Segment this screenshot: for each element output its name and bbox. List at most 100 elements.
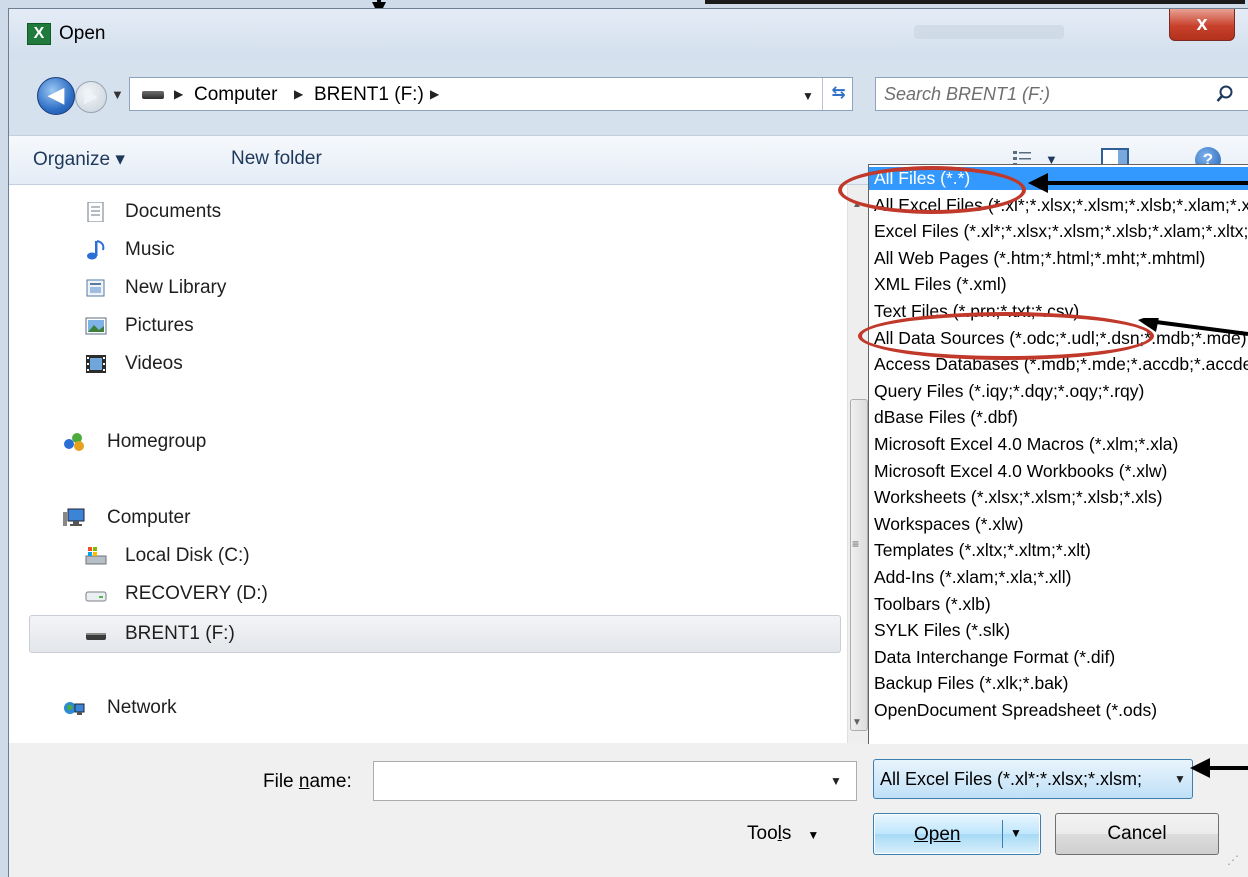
- excel-icon: X: [27, 23, 51, 45]
- label-part: File: [263, 771, 299, 792]
- open-label: Open: [914, 824, 961, 845]
- nav-item-local-disk-c[interactable]: Local Disk (C:): [85, 539, 385, 573]
- file-type-option[interactable]: dBase Files (*.dbf): [869, 406, 1248, 429]
- nav-label: Music: [125, 239, 175, 260]
- nav-item-computer[interactable]: Computer: [63, 501, 363, 535]
- file-type-option[interactable]: Data Interchange Format (*.dif): [869, 646, 1248, 669]
- resize-grip-icon[interactable]: ⋰: [1227, 853, 1239, 867]
- annotation-arrow-text-files: [1138, 318, 1248, 336]
- nav-item-videos[interactable]: Videos: [85, 347, 385, 381]
- videos-icon: [86, 355, 106, 373]
- search-icon[interactable]: [1216, 85, 1234, 103]
- annotation-circle-text-files: [858, 312, 1154, 360]
- file-type-option[interactable]: Toolbars (*.xlb): [869, 593, 1248, 616]
- chevron-down-icon[interactable]: ▼: [830, 774, 842, 788]
- label-part: s: [781, 823, 792, 844]
- scroll-down-icon[interactable]: ▼: [852, 717, 862, 728]
- chevron-down-icon: ▼: [807, 828, 820, 842]
- file-type-option[interactable]: Backup Files (*.xlk;*.bak): [869, 672, 1248, 695]
- file-type-option[interactable]: Microsoft Excel 4.0 Workbooks (*.xlw): [869, 460, 1248, 483]
- file-type-option[interactable]: OpenDocument Spreadsheet (*.ods): [869, 699, 1248, 722]
- breadcrumb-computer[interactable]: Computer: [194, 84, 277, 106]
- forward-button[interactable]: ▶: [75, 81, 107, 113]
- nav-label: RECOVERY (D:): [125, 583, 268, 604]
- nav-item-recovery-d[interactable]: RECOVERY (D:): [85, 577, 385, 611]
- address-bar[interactable]: ▶ Computer ▶ BRENT1 (F:) ▶ ▼ ⇆: [129, 77, 853, 111]
- library-icon: [86, 279, 105, 297]
- file-type-option[interactable]: Templates (*.xltx;*.xltm;*.xlt): [869, 539, 1248, 562]
- nav-pane-scrollbar[interactable]: ▲ ≡ ▼: [847, 185, 869, 743]
- nav-label: Local Disk (C:): [125, 545, 250, 566]
- search-box[interactable]: [875, 77, 1248, 111]
- annotation-circle-all-files: [838, 166, 1026, 214]
- nav-item-documents[interactable]: Documents: [85, 195, 385, 229]
- label-accesskey: n: [298, 771, 310, 792]
- label-part: Too: [747, 823, 778, 844]
- nav-item-brent1-f[interactable]: BRENT1 (F:): [85, 617, 385, 651]
- file-name-input[interactable]: [380, 766, 820, 796]
- file-type-option[interactable]: Add-Ins (*.xlam;*.xla;*.xll): [869, 566, 1248, 589]
- organize-button[interactable]: Organize ▾: [33, 148, 125, 171]
- file-type-option[interactable]: Query Files (*.iqy;*.dqy;*.oqy;*.rqy): [869, 380, 1248, 403]
- nav-item-pictures[interactable]: Pictures: [85, 309, 385, 343]
- pictures-icon: [85, 317, 107, 335]
- refresh-icon[interactable]: ⇆: [822, 78, 854, 110]
- file-type-option[interactable]: Microsoft Excel 4.0 Macros (*.xlm;*.xla): [869, 433, 1248, 456]
- tools-button[interactable]: Tools ▼: [747, 823, 819, 845]
- nav-label: Network: [107, 697, 177, 718]
- open-dialog-window: X Open x ◀ ▶ ▼ ▶ Computer ▶ BRENT1 (F:) …: [0, 0, 1248, 877]
- file-type-value: All Excel Files (*.xl*;*.xlsx;*.xlsm;: [880, 769, 1143, 789]
- open-button[interactable]: Open ▼: [873, 813, 1041, 855]
- nav-item-homegroup[interactable]: Homegroup: [63, 425, 363, 459]
- homegroup-icon: [64, 433, 84, 451]
- back-button[interactable]: ◀: [37, 77, 75, 115]
- file-type-option[interactable]: Worksheets (*.xlsx;*.xlsm;*.xlsb;*.xls): [869, 486, 1248, 509]
- local-disk-icon: [85, 547, 107, 565]
- chevron-down-icon[interactable]: ▼: [1174, 760, 1186, 798]
- nav-label: Videos: [125, 353, 183, 374]
- cancel-button[interactable]: Cancel: [1055, 813, 1219, 855]
- scrollbar-thumb[interactable]: [850, 399, 868, 731]
- search-input[interactable]: [884, 78, 1204, 110]
- music-icon: [87, 240, 105, 260]
- scrollbar-grip-icon: ≡: [852, 537, 860, 551]
- dialog-footer: File name: ▼ All Excel Files (*.xl*;*.xl…: [9, 743, 1248, 877]
- file-name-combobox[interactable]: ▼: [373, 761, 857, 801]
- nav-item-new-library[interactable]: New Library: [85, 271, 385, 305]
- file-name-label: File name:: [263, 771, 352, 793]
- nav-label: Homegroup: [107, 431, 207, 452]
- file-type-option[interactable]: XML Files (*.xml): [869, 273, 1248, 296]
- drive-icon: [85, 591, 107, 602]
- close-button[interactable]: x: [1169, 9, 1235, 41]
- computer-icon: [63, 508, 85, 526]
- navigation-pane: Documents Music New Library Pictures Vid…: [9, 185, 847, 743]
- address-dropdown-icon[interactable]: ▼: [802, 89, 814, 103]
- file-type-option[interactable]: All Web Pages (*.htm;*.html;*.mht;*.mhtm…: [869, 247, 1248, 270]
- recent-locations-dropdown-icon[interactable]: ▼: [111, 87, 124, 102]
- open-options-dropdown-icon[interactable]: ▼: [1010, 826, 1022, 840]
- breadcrumb-brent1[interactable]: BRENT1 (F:): [314, 84, 424, 106]
- file-type-option[interactable]: SYLK Files (*.slk): [869, 619, 1248, 642]
- breadcrumb-arrow-icon[interactable]: ▶: [430, 87, 439, 101]
- title-bar: X Open x: [9, 9, 1248, 59]
- breadcrumb-arrow-icon[interactable]: ▶: [294, 87, 303, 101]
- window-title: Open: [59, 23, 106, 44]
- nav-label: Computer: [107, 507, 191, 528]
- new-folder-button[interactable]: New folder: [231, 148, 322, 170]
- annotation-arrow-head: [1190, 758, 1210, 778]
- file-type-option[interactable]: Workspaces (*.xlw): [869, 513, 1248, 536]
- file-type-option[interactable]: Excel Files (*.xl*;*.xlsx;*.xlsm;*.xlsb;…: [869, 220, 1248, 243]
- breadcrumb-arrow-icon[interactable]: ▶: [174, 87, 183, 101]
- drive-icon: [142, 91, 164, 99]
- annotation-arrow-line: [1208, 766, 1248, 770]
- nav-item-music[interactable]: Music: [85, 233, 385, 267]
- annotation-arrow-line: [1046, 181, 1248, 185]
- nav-item-network[interactable]: Network: [63, 691, 363, 725]
- split-divider: [1002, 820, 1003, 848]
- annotation-top-line: [705, 0, 1245, 4]
- file-type-select[interactable]: All Excel Files (*.xl*;*.xlsx;*.xlsm; ▼: [873, 759, 1193, 799]
- documents-icon: [87, 202, 104, 222]
- nav-label: New Library: [125, 277, 227, 298]
- file-type-dropdown-list[interactable]: All Files (*.*) All Excel Files (*.xl*;*.…: [868, 164, 1248, 744]
- annotation-arrow-head: [1028, 173, 1048, 193]
